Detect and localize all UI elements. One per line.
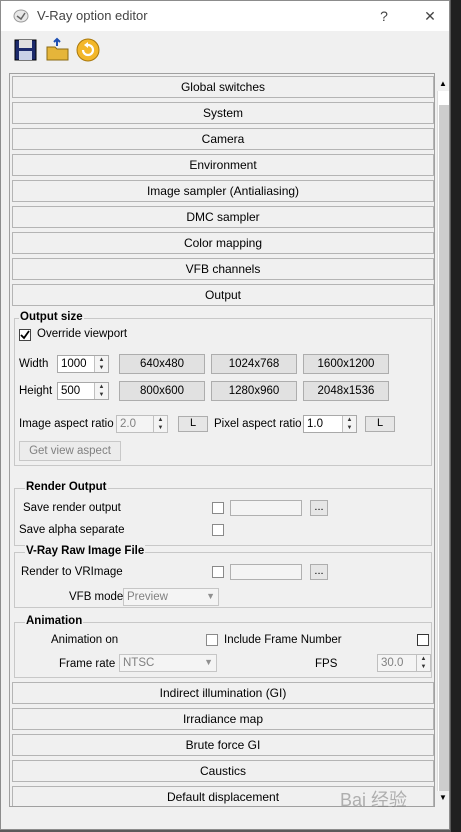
- watermark: Bai 经验: [340, 790, 408, 810]
- output-size-title: Output size: [19, 311, 84, 323]
- scrollbar-track[interactable]: [437, 91, 449, 791]
- save-render-output-label: Save render output: [23, 502, 121, 514]
- spinner-arrows-icon[interactable]: ▲ ▼: [94, 383, 108, 399]
- rollout-header[interactable]: Brute force GI: [12, 734, 434, 756]
- rollout-header[interactable]: Image sampler (Antialiasing): [12, 180, 434, 202]
- render-to-vrimage-label: Render to VRImage: [21, 566, 123, 578]
- spinner-arrows-icon[interactable]: ▲ ▼: [342, 416, 356, 432]
- chevron-down-icon: ▼: [204, 657, 213, 667]
- height-value: 500: [61, 385, 81, 397]
- vrimage-path-field[interactable]: [230, 564, 302, 580]
- window-title: V-Ray option editor: [37, 8, 148, 23]
- fps-spinner[interactable]: 30.0 ▲ ▼: [377, 654, 431, 672]
- animation-on-checkbox[interactable]: [206, 634, 218, 646]
- pixel-aspect-lock-button[interactable]: L: [365, 416, 395, 432]
- background-viewport: [451, 0, 461, 832]
- scroll-up-icon[interactable]: ▲: [437, 77, 449, 91]
- vrimage-browse-button[interactable]: ...: [310, 564, 328, 580]
- save-render-output-checkbox[interactable]: [212, 502, 224, 514]
- frame-rate-value: NTSC: [123, 657, 155, 669]
- render-output-browse-button[interactable]: ...: [310, 500, 328, 516]
- chevron-down-icon: ▼: [206, 591, 215, 601]
- vray-option-editor-window: V-Ray option editor ? ✕ Global switches S…: [0, 0, 450, 830]
- rollout-header[interactable]: Global switches: [12, 76, 434, 98]
- vray-raw-image-title: V-Ray Raw Image File: [25, 545, 146, 557]
- frame-rate-dropdown[interactable]: NTSC ▼: [119, 654, 217, 672]
- include-frame-number-label: Include Frame Number: [224, 634, 342, 646]
- height-label: Height: [19, 385, 53, 397]
- rollout-header[interactable]: Output: [12, 284, 434, 306]
- rollout-header[interactable]: System: [12, 102, 434, 124]
- preset-2048x1536-button[interactable]: 2048x1536: [303, 381, 389, 401]
- rollout-header[interactable]: DMC sampler: [12, 206, 434, 228]
- spinner-arrows-icon[interactable]: ▲ ▼: [416, 655, 430, 671]
- checkmark-icon: [20, 330, 30, 340]
- vray-logo-icon: [13, 9, 29, 23]
- rollout-header[interactable]: VFB channels: [12, 258, 434, 280]
- preset-1600x1200-button[interactable]: 1600x1200: [303, 354, 389, 374]
- preset-640x480-button[interactable]: 640x480: [119, 354, 205, 374]
- close-button[interactable]: ✕: [417, 5, 443, 27]
- width-label: Width: [19, 358, 49, 370]
- vray-raw-image-group: V-Ray Raw Image File Render to VRImage .…: [14, 545, 432, 608]
- pixel-aspect-ratio-label: Pixel aspect ratio: [214, 418, 302, 430]
- animation-group: Animation Animation on Include Frame Num…: [14, 615, 432, 678]
- save-alpha-separate-label: Save alpha separate: [19, 524, 125, 536]
- render-output-path-field[interactable]: [230, 500, 302, 516]
- image-aspect-ratio-spinner[interactable]: 2.0 ▲ ▼: [116, 415, 168, 433]
- image-aspect-ratio-value: 2.0: [120, 418, 136, 430]
- rollout-header[interactable]: Environment: [12, 154, 434, 176]
- image-aspect-lock-button[interactable]: L: [178, 416, 208, 432]
- pixel-aspect-ratio-value: 1.0: [307, 418, 323, 430]
- get-view-aspect-button[interactable]: Get view aspect: [19, 441, 121, 461]
- animation-on-label: Animation on: [51, 634, 119, 646]
- vfb-mode-label: VFB mode: [69, 591, 124, 603]
- override-viewport-checkbox[interactable]: [19, 329, 31, 341]
- save-icon[interactable]: [13, 37, 39, 63]
- vfb-mode-value: Preview: [127, 591, 168, 603]
- render-to-vrimage-checkbox[interactable]: [212, 566, 224, 578]
- width-spinner[interactable]: 1000 ▲ ▼: [57, 355, 109, 373]
- toolbar: [1, 31, 449, 69]
- frame-rate-label: Frame rate: [59, 658, 116, 670]
- vertical-scrollbar[interactable]: ▲ ▼: [437, 77, 449, 805]
- preset-1024x768-button[interactable]: 1024x768: [211, 354, 297, 374]
- spinner-arrows-icon[interactable]: ▲ ▼: [153, 416, 167, 432]
- help-button[interactable]: ?: [371, 5, 397, 27]
- title-bar: V-Ray option editor ? ✕: [1, 1, 449, 31]
- fps-label: FPS: [315, 658, 338, 670]
- options-panel: Global switches System Camera Environment Im…: [9, 73, 435, 807]
- spinner-arrows-icon[interactable]: ▲ ▼: [94, 356, 108, 372]
- reset-icon[interactable]: [75, 37, 101, 63]
- save-alpha-separate-checkbox[interactable]: [212, 524, 224, 536]
- fps-value: 30.0: [381, 657, 404, 669]
- image-aspect-ratio-label: Image aspect ratio: [19, 418, 114, 430]
- pixel-aspect-ratio-spinner[interactable]: 1.0 ▲ ▼: [303, 415, 357, 433]
- override-viewport-label: Override viewport: [37, 328, 128, 340]
- rollout-header[interactable]: Indirect illumination (GI): [12, 682, 434, 704]
- preset-1280x960-button[interactable]: 1280x960: [211, 381, 297, 401]
- width-value: 1000: [61, 358, 87, 370]
- rollout-header[interactable]: Irradiance map: [12, 708, 434, 730]
- output-size-group: Output size Override viewport Width 1000…: [14, 311, 432, 466]
- rollout-header[interactable]: Camera: [12, 128, 434, 150]
- scrollbar-thumb[interactable]: [439, 105, 449, 791]
- height-spinner[interactable]: 500 ▲ ▼: [57, 382, 109, 400]
- animation-title: Animation: [25, 615, 84, 627]
- scroll-down-icon[interactable]: ▼: [437, 791, 449, 805]
- rollout-header[interactable]: Color mapping: [12, 232, 434, 254]
- render-output-title: Render Output: [25, 481, 108, 493]
- render-output-group: Render Output Save render output ... Sav…: [14, 481, 432, 546]
- rollout-header[interactable]: Caustics: [12, 760, 434, 782]
- open-icon[interactable]: [45, 37, 71, 63]
- preset-800x600-button[interactable]: 800x600: [119, 381, 205, 401]
- include-frame-number-checkbox[interactable]: [417, 634, 429, 646]
- vfb-mode-dropdown[interactable]: Preview ▼: [123, 588, 219, 606]
